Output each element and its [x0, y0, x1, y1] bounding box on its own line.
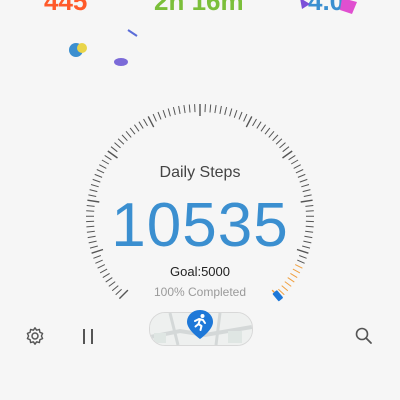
- daily-steps-title: Daily Steps: [159, 164, 241, 181]
- gauge-tick: [279, 142, 286, 149]
- gauge-tick: [282, 150, 293, 159]
- gauge-tick: [107, 150, 118, 159]
- gauge-tick: [152, 113, 157, 122]
- gauge-tick: [224, 106, 228, 116]
- gauge-tick: [157, 111, 162, 120]
- gauge-tick: [104, 154, 112, 161]
- gauge-tick: [114, 142, 121, 149]
- gauge-tick: [282, 146, 290, 153]
- gauge-tick: [125, 130, 132, 138]
- settings-button[interactable]: [25, 326, 45, 346]
- completion-status: 100% Completed: [153, 285, 247, 299]
- gauge-tick: [256, 121, 262, 129]
- gauge-tick: [167, 108, 171, 117]
- gauge-tick: [121, 134, 128, 142]
- gauge-tick: [209, 104, 212, 113]
- gauge-tick: [238, 111, 243, 120]
- gauge-tick: [110, 146, 118, 153]
- gauge-tick: [178, 105, 181, 114]
- gauge-tick: [260, 124, 267, 132]
- gauge-tick: [275, 138, 283, 145]
- gauge-tick: [162, 109, 167, 118]
- search-icon: [355, 327, 372, 344]
- runner-location-icon: [187, 310, 213, 339]
- search-button[interactable]: [354, 326, 374, 346]
- pause-button[interactable]: [78, 326, 98, 346]
- gauge-tick: [117, 138, 125, 145]
- gauge-tick: [272, 134, 279, 142]
- pause-icon: [80, 328, 96, 344]
- gauge-tick: [129, 127, 136, 135]
- gauge-tick: [229, 108, 233, 117]
- step-count: 10535: [111, 191, 289, 260]
- goal-label: Goal:5000: [170, 264, 230, 279]
- gauge-tick: [243, 113, 248, 122]
- gauge-tick: [288, 154, 296, 161]
- gauge-tick: [252, 118, 257, 127]
- gauge-tick: [183, 105, 186, 114]
- gauge-tick: [214, 105, 217, 114]
- gauge-tick: [138, 121, 144, 129]
- gauge-tick: [219, 105, 222, 114]
- gauge-tick: [147, 116, 155, 128]
- gauge-tick: [172, 106, 176, 116]
- gauge-tick: [233, 109, 238, 118]
- gauge-tick: [264, 127, 271, 135]
- gauge-tick: [143, 118, 148, 127]
- gauge-tick: [188, 104, 191, 113]
- gauge-tick: [133, 124, 140, 132]
- gauge-tick: [245, 116, 253, 128]
- gauge-tick: [90, 184, 99, 188]
- gear-icon: [26, 327, 44, 345]
- gauge-tick: [268, 130, 275, 138]
- gauge-tick: [301, 184, 310, 188]
